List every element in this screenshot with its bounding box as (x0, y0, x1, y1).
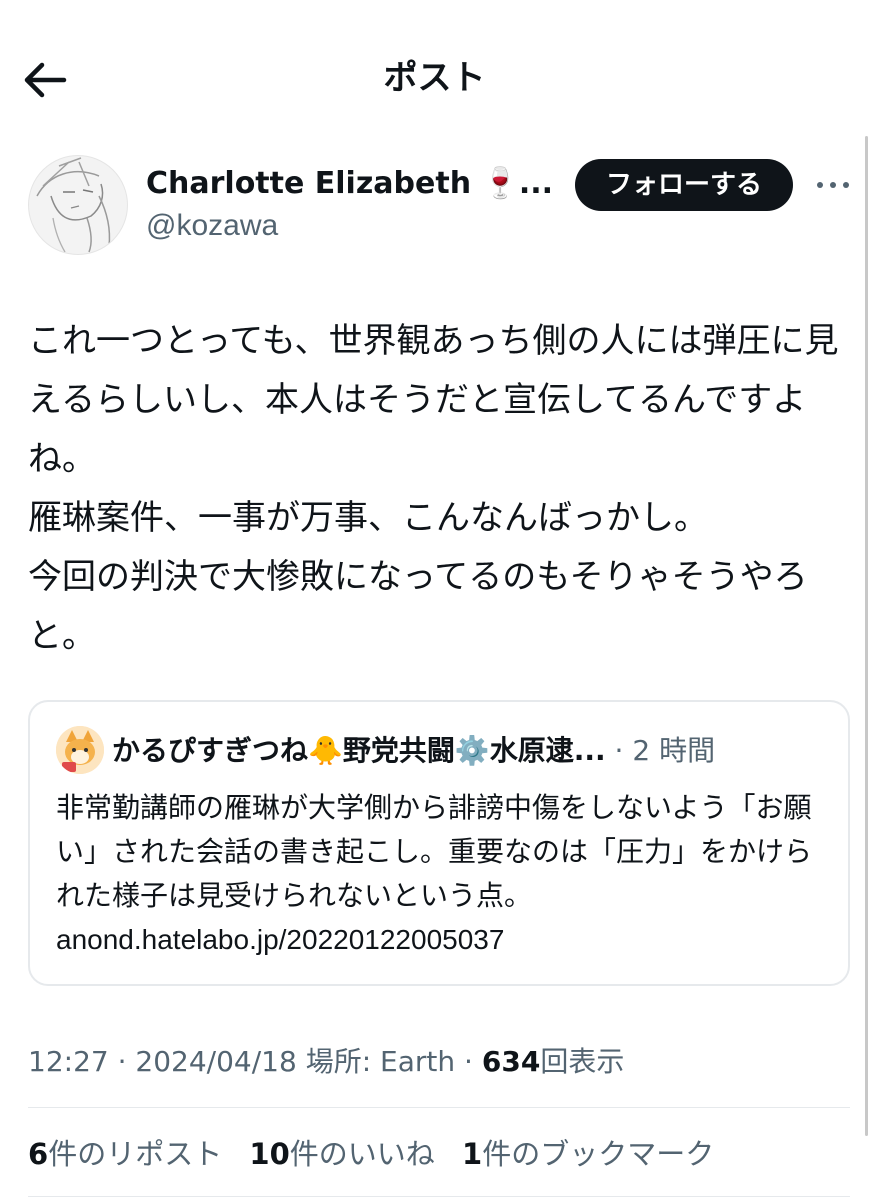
more-horizontal-icon (817, 182, 849, 188)
quoted-author-avatar (56, 726, 104, 774)
follow-button[interactable]: フォローする (575, 159, 793, 211)
reposts-stat[interactable]: 6件のリポスト (28, 1137, 222, 1171)
more-options-button[interactable] (812, 170, 854, 200)
likes-stat[interactable]: 10件のいいね (249, 1137, 434, 1171)
post-stats: 6件のリポスト 10件のいいね 1件のブックマーク (28, 1132, 732, 1176)
author-handle[interactable]: @kozawa (146, 206, 278, 246)
separator-dot: · (117, 1045, 127, 1078)
post-location: 場所: Earth (305, 1045, 456, 1078)
scrollbar-thumb[interactable] (865, 136, 868, 1136)
post-text: これ一つとっても、世界観あっち側の人には弾圧に見えるらしいし、本人はそうだと宣伝… (28, 321, 839, 656)
page-title: ポスト (383, 58, 486, 98)
reposts-count: 6 (28, 1137, 49, 1171)
views-count: 634 (481, 1045, 541, 1078)
likes-label: 件のいいね (289, 1137, 435, 1171)
post-date: 2024/04/18 (135, 1045, 297, 1078)
likes-count: 10 (249, 1137, 290, 1171)
bookmarks-stat[interactable]: 1件のブックマーク (462, 1137, 714, 1171)
reposts-label: 件のリポスト (48, 1137, 223, 1171)
divider (28, 1196, 850, 1197)
bookmarks-count: 1 (462, 1137, 483, 1171)
divider (28, 1107, 850, 1108)
author-avatar[interactable] (28, 155, 128, 255)
quoted-post-time: 2 時間 (632, 734, 716, 767)
quoted-author-name[interactable]: かるぴすぎつね🐥野党共闘⚙️水原逮... (112, 734, 606, 767)
fox-avatar-image (56, 726, 104, 774)
post-meta: 12:27 · 2024/04/18 場所: Earth · 634回表示 (28, 1040, 624, 1084)
quoted-post-text: 非常勤講師の雁琳が大学側から誹謗中傷をしないよう「お願い」された会話の書き起こし… (56, 791, 813, 912)
separator-dot: · (614, 734, 624, 767)
avatar-sketch-image (36, 157, 111, 253)
quoted-post-link[interactable]: anond.hatelabo.jp/20220122005037 (56, 918, 504, 962)
quoted-post-header: かるぴすぎつね🐥野党共闘⚙️水原逮... · 2 時間 (112, 730, 715, 772)
author-name[interactable]: Charlotte Elizabeth 🍷... (146, 164, 553, 204)
separator-dot: · (464, 1045, 473, 1078)
post-time: 12:27 (28, 1045, 109, 1078)
bookmarks-label: 件のブックマーク (482, 1137, 715, 1171)
views-label: 回表示 (540, 1045, 625, 1078)
